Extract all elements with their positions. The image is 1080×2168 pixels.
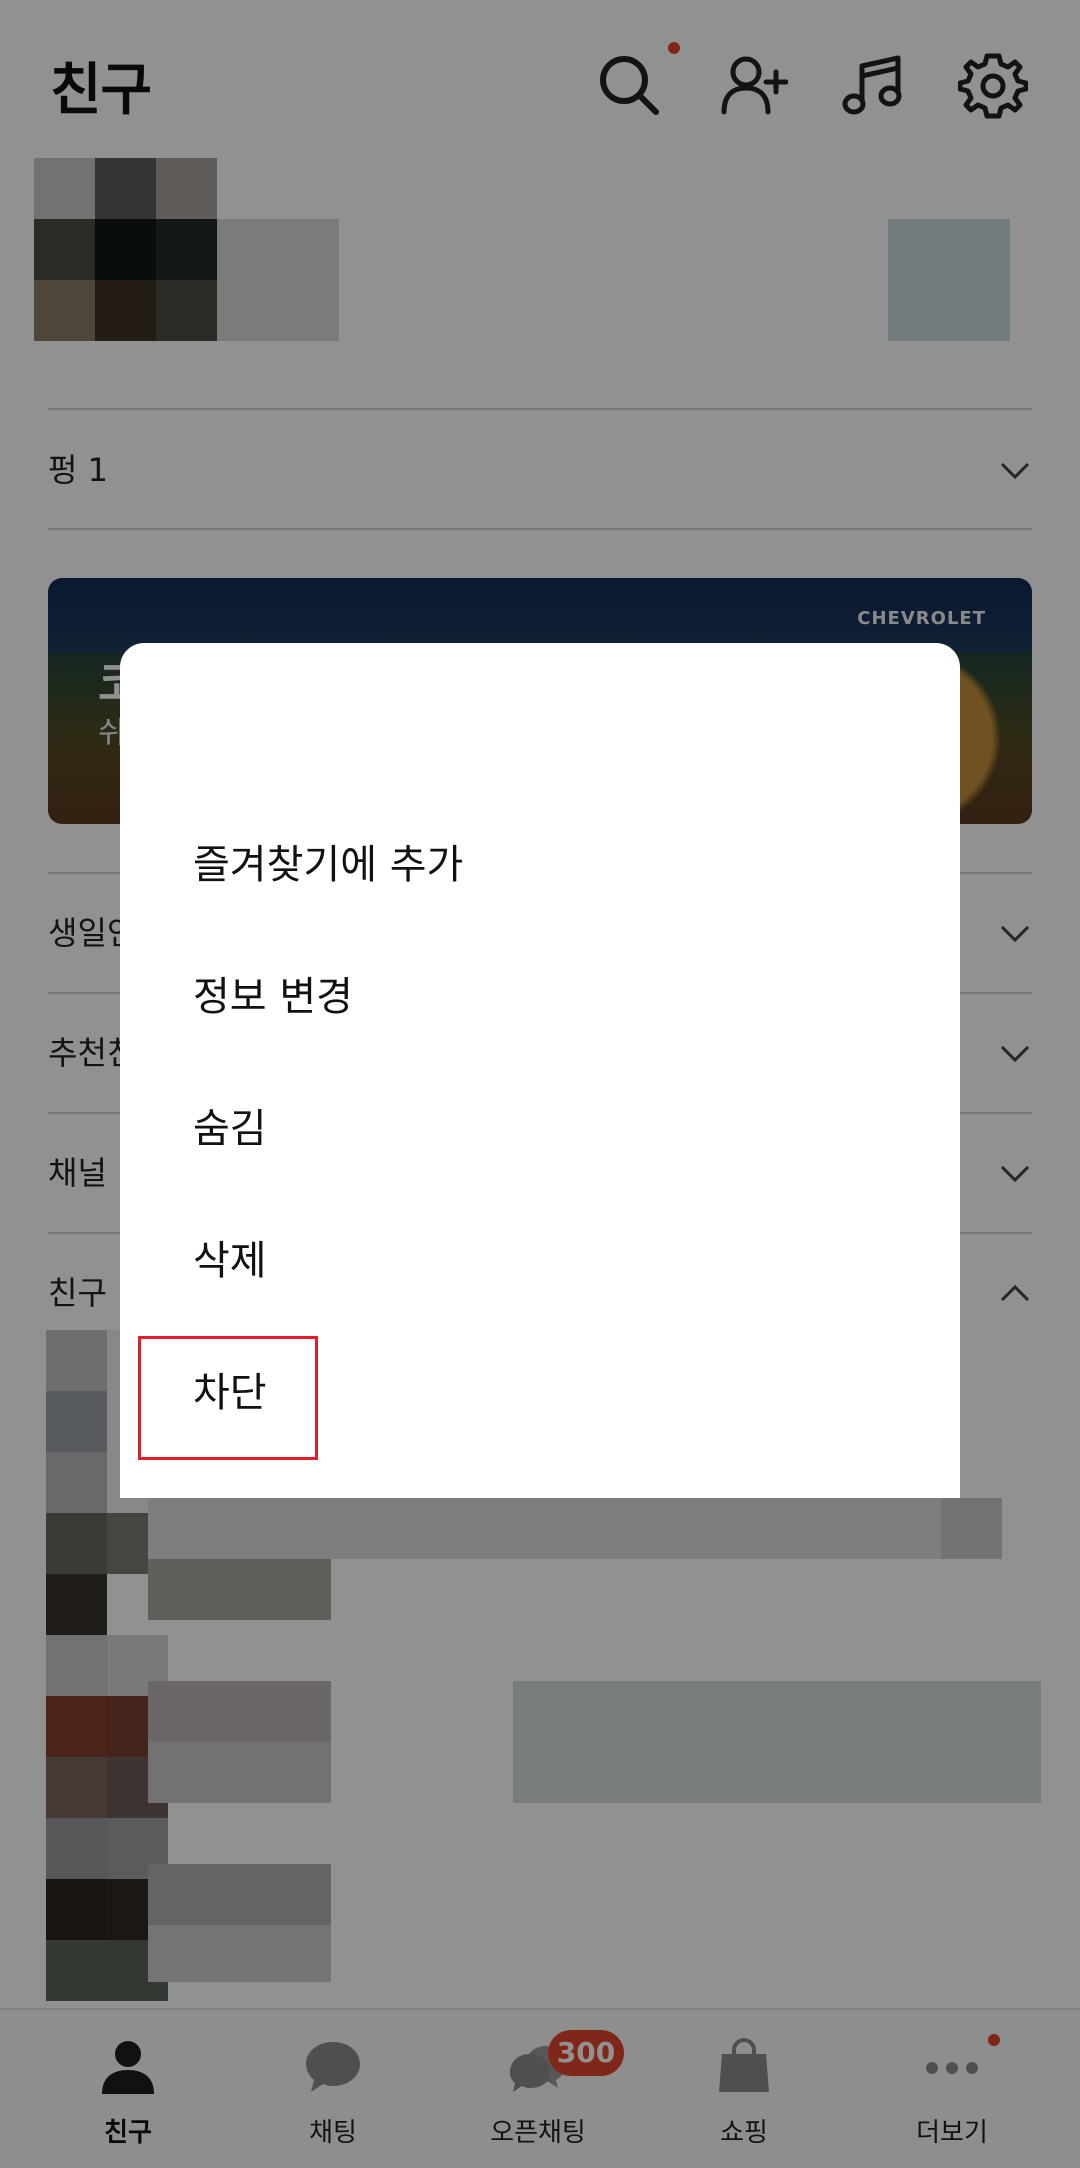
highlight-box: [138, 1336, 318, 1460]
menu-item-label: 즐겨찾기에 추가: [193, 842, 464, 888]
menu-item-label: 정보 변경: [193, 974, 353, 1020]
menu-item-edit-info[interactable]: 정보 변경: [120, 931, 960, 1063]
menu-item-label: 숨김: [193, 1106, 267, 1152]
menu-item-label: 삭제: [193, 1238, 267, 1284]
menu-item-hide[interactable]: 숨김: [120, 1063, 960, 1195]
menu-item-delete[interactable]: 삭제: [120, 1195, 960, 1327]
menu-item-add-favorite[interactable]: 즐겨찾기에 추가: [120, 799, 960, 931]
